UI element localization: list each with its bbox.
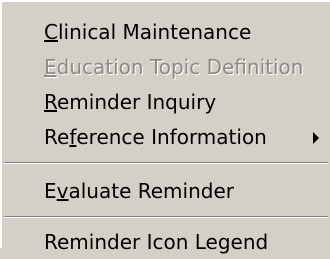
- menu-item-label: Evaluate Reminder: [44, 179, 234, 203]
- menu-item-label: Education Topic Definition: [44, 55, 304, 79]
- menu-item-label: Reference Information: [44, 125, 267, 149]
- menu-item-evaluate-reminder[interactable]: Evaluate Reminder: [2, 174, 330, 208]
- menu-item-reference-information[interactable]: Reference Information: [2, 120, 330, 154]
- menu-item-label: Clinical Maintenance: [44, 20, 252, 44]
- menu-separator: [4, 216, 328, 218]
- menu-item-label: Reminder Icon Legend: [44, 230, 269, 254]
- menu-item-clinical-maintenance[interactable]: Clinical Maintenance: [2, 15, 330, 49]
- menu-item-education-topic-definition: Education Topic Definition: [2, 50, 330, 84]
- context-menu: Clinical Maintenance Education Topic Def…: [0, 0, 330, 254]
- submenu-arrow-icon: [313, 132, 319, 144]
- menu-item-label: Reminder Inquiry: [44, 90, 217, 114]
- menu-item-reminder-inquiry[interactable]: Reminder Inquiry: [2, 85, 330, 119]
- menu-separator: [4, 162, 328, 164]
- menu-item-reminder-icon-legend[interactable]: Reminder Icon Legend: [2, 225, 330, 259]
